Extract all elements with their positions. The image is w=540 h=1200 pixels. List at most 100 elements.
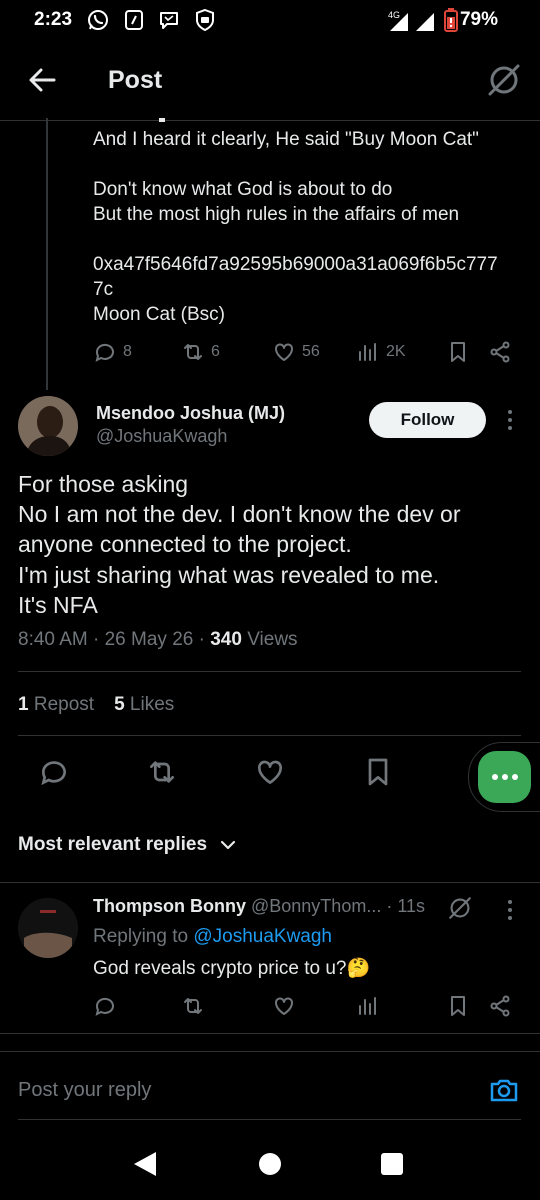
shield-icon bbox=[194, 8, 216, 32]
status-time: 2:23 bbox=[34, 9, 73, 30]
like-count: 56 bbox=[302, 343, 320, 360]
view-count: 2K bbox=[386, 343, 406, 360]
avatar[interactable] bbox=[18, 396, 78, 456]
heart-icon bbox=[257, 760, 283, 784]
grok-button[interactable] bbox=[484, 60, 524, 100]
divider bbox=[0, 882, 540, 883]
repost-icon bbox=[184, 344, 202, 360]
share-button[interactable] bbox=[488, 994, 512, 1018]
post-view-count[interactable]: 340 bbox=[210, 629, 242, 650]
replying-handle-link[interactable]: @JoshuaKwagh bbox=[193, 926, 332, 947]
share-button[interactable] bbox=[488, 340, 512, 364]
bookmark-icon bbox=[451, 342, 465, 362]
quoted-post-line: But the most high rules in the affairs o… bbox=[93, 204, 460, 225]
grok-button[interactable] bbox=[446, 894, 474, 922]
reply-icon bbox=[95, 343, 114, 362]
bookmark-button[interactable] bbox=[362, 756, 394, 788]
avatar[interactable] bbox=[18, 898, 78, 958]
nav-recents-button[interactable] bbox=[381, 1153, 403, 1175]
bookmark-icon bbox=[451, 996, 465, 1016]
contract-address-line: 0xa47f5646fd7a92595b69000a31a069f6b5c777 bbox=[93, 254, 498, 275]
reply-author-name: Thompson Bonny bbox=[93, 896, 246, 916]
likes-stat-label: Likes bbox=[129, 694, 175, 715]
views-icon bbox=[359, 997, 376, 1015]
post-text-line: For those asking bbox=[18, 471, 189, 497]
post-text-line: anyone connected to the project. bbox=[18, 531, 352, 557]
like-action[interactable] bbox=[272, 994, 296, 1018]
status-icons bbox=[86, 8, 216, 32]
reply-author-handle: @BonnyThom... bbox=[251, 896, 382, 916]
signal-icon: 4G bbox=[388, 10, 438, 32]
camera-icon bbox=[490, 1079, 518, 1102]
notification-icon bbox=[124, 9, 144, 31]
share-icon bbox=[490, 995, 510, 1017]
author-name[interactable]: Msendoo Joshua (MJ) bbox=[96, 403, 285, 424]
avatar-image bbox=[18, 898, 78, 958]
chevron-down-icon bbox=[220, 840, 236, 850]
views-action[interactable] bbox=[356, 994, 380, 1018]
likes-stat[interactable]: 5 Likes bbox=[114, 694, 174, 716]
contract-address-line: 7c bbox=[93, 279, 114, 300]
post-meta: 8:40 AM · 26 May 26 · 340 Views bbox=[18, 629, 298, 650]
message-icon bbox=[158, 9, 180, 31]
quoted-post-line: Moon Cat (Bsc) bbox=[93, 304, 225, 325]
reply-author[interactable]: Thompson Bonny @BonnyThom... · 11s bbox=[93, 896, 425, 917]
divider bbox=[0, 1051, 540, 1052]
replying-prefix: Replying to bbox=[93, 926, 189, 947]
battery-percent: 79% bbox=[459, 9, 498, 30]
grok-icon bbox=[449, 897, 471, 919]
repost-action[interactable]: 6 bbox=[181, 340, 220, 364]
more-options-icon[interactable] bbox=[500, 895, 520, 925]
camera-button[interactable] bbox=[488, 1074, 520, 1106]
post-date: 26 May 26 bbox=[104, 629, 194, 650]
divider bbox=[18, 671, 521, 672]
bookmark-button[interactable] bbox=[446, 340, 470, 364]
more-actions-fab[interactable] bbox=[478, 751, 531, 803]
page-title: Post bbox=[108, 66, 163, 94]
header-divider bbox=[0, 120, 540, 121]
replying-to: Replying to @JoshuaKwagh bbox=[93, 926, 332, 948]
sort-label: Most relevant replies bbox=[18, 834, 208, 855]
views-action[interactable]: 2K bbox=[356, 340, 406, 364]
reply-button[interactable] bbox=[38, 756, 70, 788]
heart-icon bbox=[275, 997, 293, 1015]
reply-icon bbox=[95, 997, 114, 1016]
reply-input[interactable]: Post your reply bbox=[18, 1079, 151, 1102]
sort-replies-toggle[interactable]: Most relevant replies bbox=[18, 834, 237, 856]
post-time: 8:40 AM bbox=[18, 629, 88, 650]
post-text-line: I'm just sharing what was revealed to me… bbox=[18, 562, 440, 588]
like-button[interactable] bbox=[254, 756, 286, 788]
nav-back-button[interactable] bbox=[132, 1150, 158, 1178]
author-handle[interactable]: @JoshuaKwagh bbox=[96, 426, 227, 447]
repost-button[interactable] bbox=[146, 756, 178, 788]
share-icon bbox=[490, 341, 510, 363]
likes-stat-count: 5 bbox=[114, 694, 125, 715]
reply-action[interactable]: 8 bbox=[93, 340, 132, 364]
divider bbox=[18, 735, 521, 736]
follow-button[interactable]: Follow bbox=[369, 402, 486, 438]
repost-action[interactable] bbox=[181, 994, 205, 1018]
post-views-label: Views bbox=[247, 629, 298, 650]
divider bbox=[0, 1033, 540, 1034]
triangle-back-icon bbox=[134, 1152, 156, 1176]
reply-icon bbox=[41, 761, 66, 786]
more-options-icon[interactable] bbox=[500, 405, 520, 435]
network-label: 4G bbox=[388, 10, 400, 20]
bookmark-button[interactable] bbox=[446, 994, 470, 1018]
repost-stat-count: 1 bbox=[18, 694, 29, 715]
bookmark-icon bbox=[368, 758, 388, 786]
repost-icon bbox=[184, 998, 202, 1014]
like-action[interactable]: 56 bbox=[272, 340, 320, 364]
nav-home-button[interactable] bbox=[259, 1153, 281, 1175]
arrow-left-icon bbox=[29, 68, 56, 92]
battery-icon bbox=[444, 8, 458, 32]
engagement-stats: 1 Repost 5 Likes bbox=[18, 694, 174, 716]
post-text-line: It's NFA bbox=[18, 592, 98, 618]
clipped-text-fragment bbox=[93, 116, 173, 122]
repost-stat[interactable]: 1 Repost bbox=[18, 694, 94, 716]
back-button[interactable] bbox=[24, 62, 60, 98]
grok-icon bbox=[488, 64, 520, 96]
views-icon bbox=[359, 343, 376, 361]
thread-line bbox=[46, 118, 48, 390]
reply-action[interactable] bbox=[93, 994, 117, 1018]
